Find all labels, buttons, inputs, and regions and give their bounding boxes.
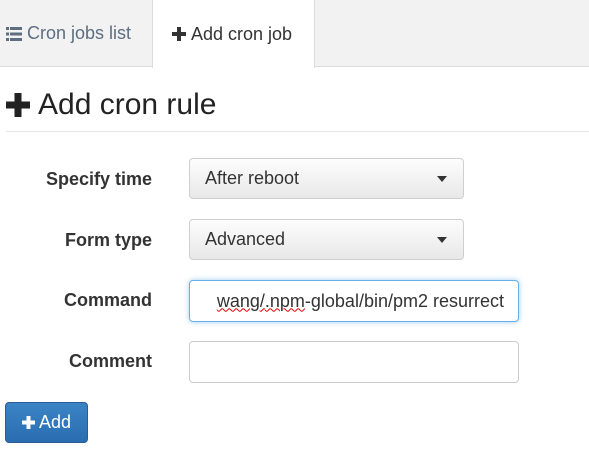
command-label: Command (63, 290, 152, 310)
comment-input[interactable] (189, 341, 519, 383)
add-button[interactable]: Add (5, 402, 88, 443)
caret-down-icon (437, 176, 447, 182)
divider (6, 131, 589, 132)
specify-time-value: After reboot (205, 168, 300, 188)
command-value: wang/.npm-global/bin/pm2 resurrect (216, 290, 504, 311)
command-input[interactable]: wang/.npm-global/bin/pm2 resurrect (189, 280, 519, 322)
comment-label: Comment (68, 351, 152, 371)
form-type-select[interactable]: Advanced (189, 219, 464, 260)
tab-label: Add cron job (191, 23, 293, 44)
plus-icon (21, 416, 35, 429)
plus-icon (6, 93, 30, 117)
list-icon (6, 26, 22, 41)
add-button-label: Add (38, 412, 72, 432)
page-title-text: Add cron rule (38, 88, 217, 121)
tab-add-cron-job[interactable]: Add cron job (152, 0, 315, 68)
tab-label: Cron jobs list (27, 23, 132, 43)
page-title: Add cron rule (6, 88, 216, 122)
caret-down-icon (437, 237, 447, 243)
form-type-value: Advanced (205, 229, 286, 249)
tab-bar: Cron jobs list Add cron job (0, 0, 589, 68)
specify-time-label: Specify time (45, 169, 152, 189)
specify-time-select[interactable]: After reboot (189, 158, 464, 199)
plus-icon (172, 27, 186, 41)
form-type-label: Form type (64, 230, 152, 250)
tab-cron-jobs-list[interactable]: Cron jobs list (0, 0, 152, 67)
